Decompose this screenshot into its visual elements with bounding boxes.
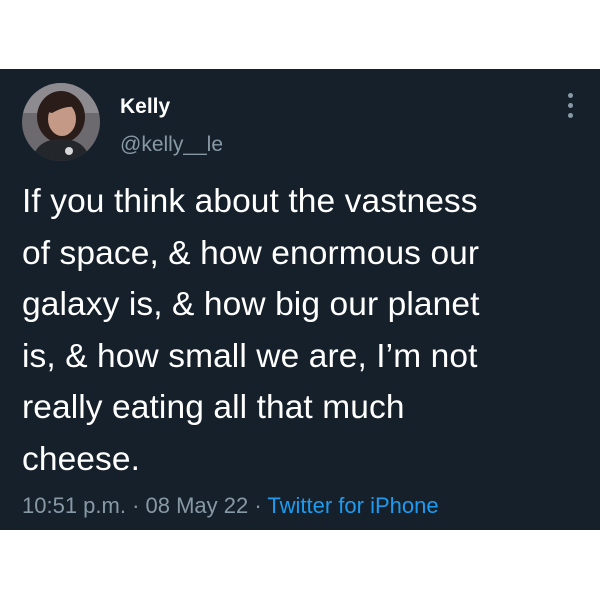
tweet-metadata: 10:51 p.m. · 08 May 22 · Twitter for iPh… [22, 492, 439, 520]
profile-photo-icon [22, 83, 100, 161]
tweet-time[interactable]: 10:51 p.m. [22, 493, 126, 518]
tweet-text: If you think about the vastness of space… [22, 183, 480, 478]
tweet-date[interactable]: 08 May 22 [146, 493, 249, 518]
more-vertical-icon[interactable] [562, 93, 578, 133]
meta-separator: · [125, 493, 146, 518]
author-display-name[interactable]: Kelly [120, 94, 170, 120]
avatar[interactable] [22, 83, 100, 161]
tweet-card: Kelly @kelly__le If you think about the … [0, 69, 600, 530]
author-handle[interactable]: @kelly__le [120, 132, 223, 158]
meta-separator: · [248, 493, 268, 518]
tweet-source-link[interactable]: Twitter for iPhone [267, 493, 438, 518]
